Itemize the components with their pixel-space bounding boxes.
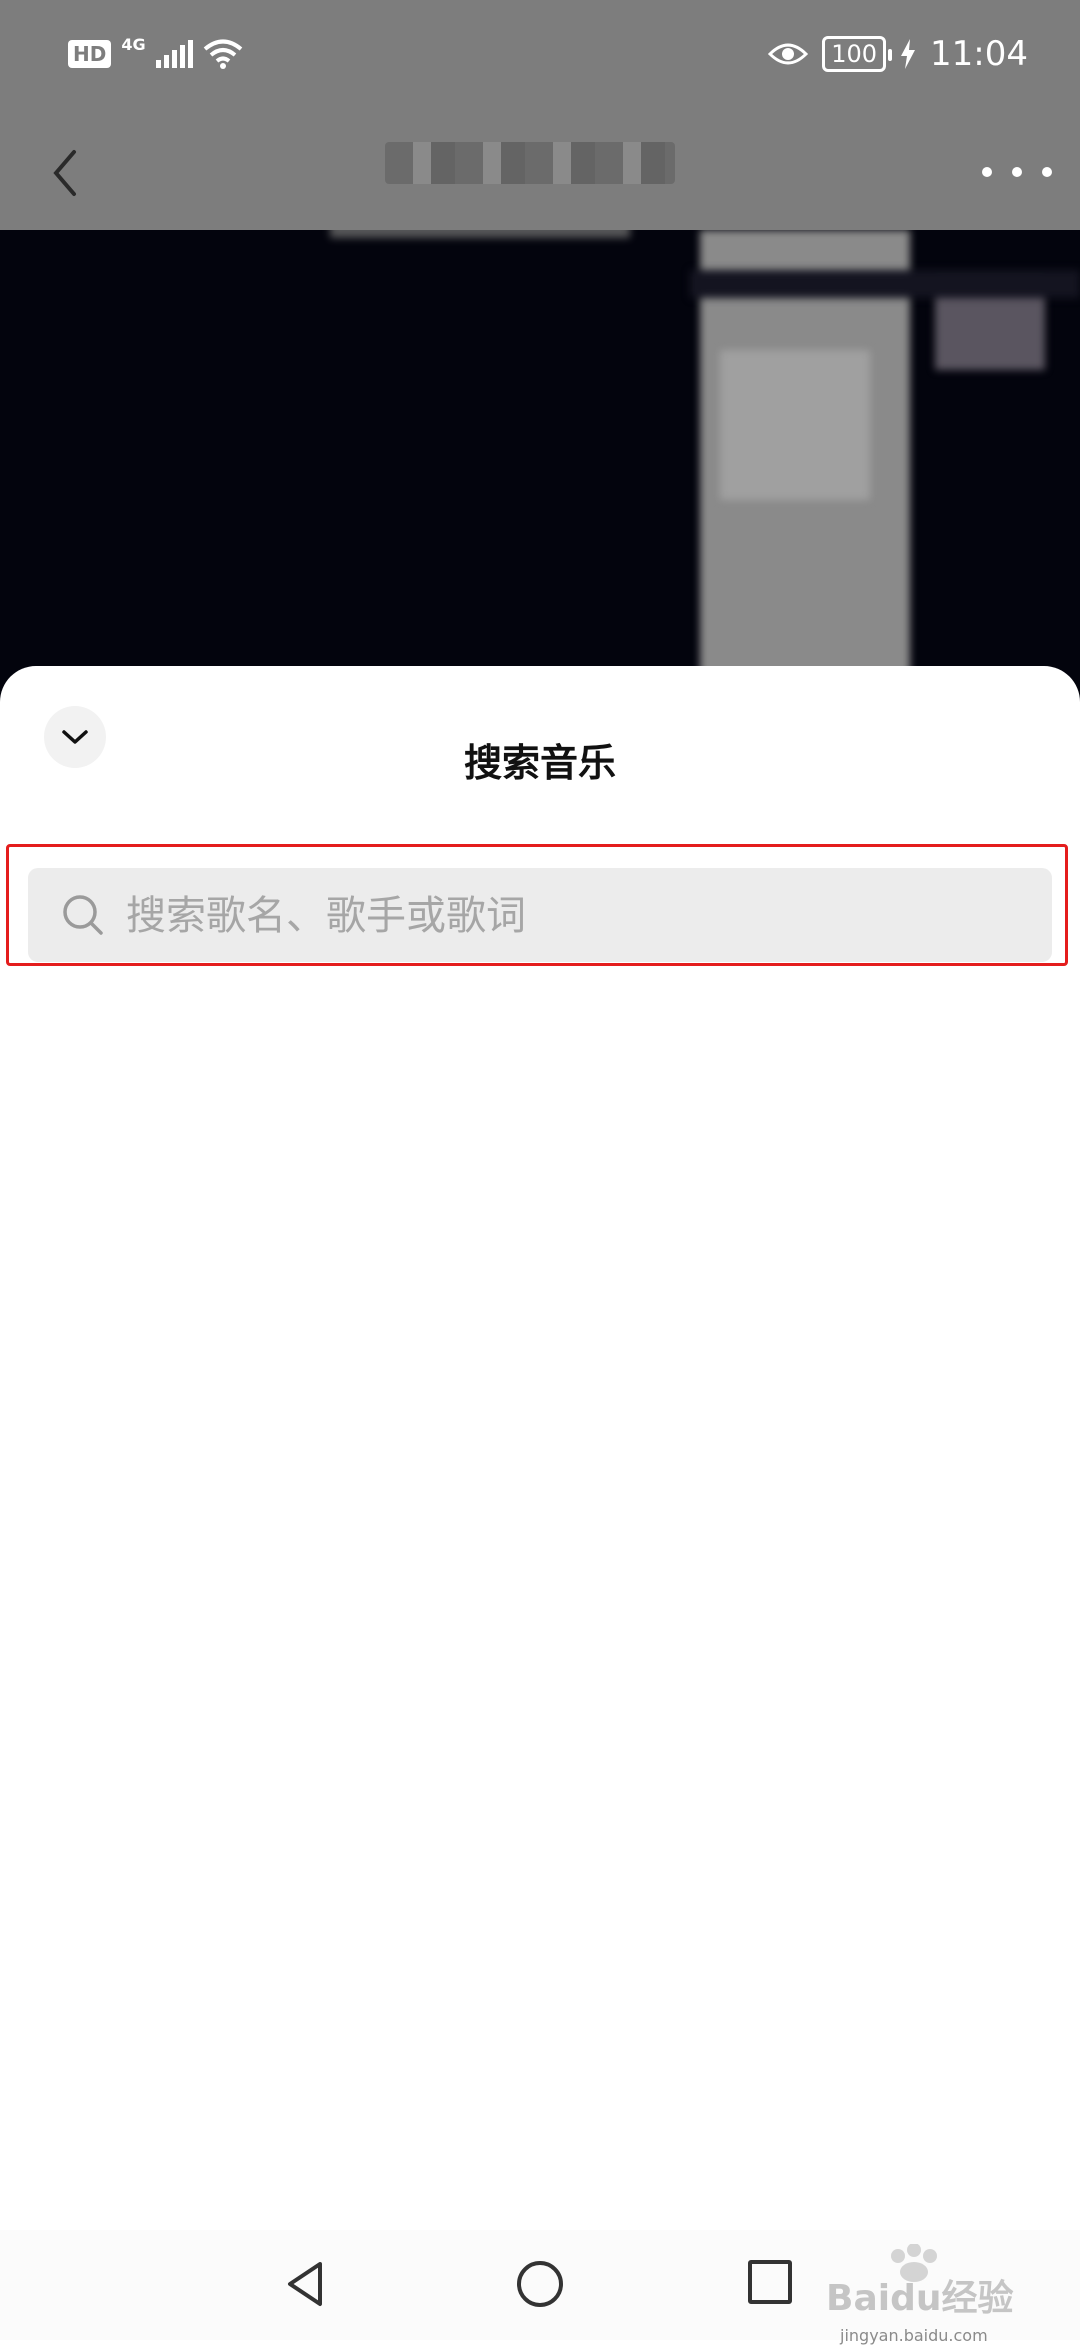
status-right-group: 100 11:04: [768, 34, 1028, 74]
charging-icon: [901, 39, 916, 69]
top-navigation: [0, 120, 1080, 230]
nav-back-icon[interactable]: [282, 2258, 332, 2310]
search-bar[interactable]: [28, 868, 1052, 964]
search-icon: [63, 895, 103, 935]
status-left-group: HD 4G: [68, 34, 243, 70]
blurred-content: [690, 270, 1080, 298]
network-type: 4G: [121, 34, 146, 54]
more-options-icon[interactable]: [982, 154, 1052, 190]
signal-icon: [155, 40, 193, 68]
blurred-content: [330, 230, 630, 238]
battery-indicator: 100: [822, 36, 892, 72]
blurred-content: [720, 350, 870, 500]
watermark-url: jingyan.baidu.com: [840, 2326, 988, 2345]
svg-text:Baidu经验: Baidu经验: [826, 2278, 1013, 2319]
hd-badge: HD: [68, 40, 112, 68]
baidu-watermark-logo: Baidu经验: [826, 2244, 1013, 2319]
nav-recents-icon[interactable]: [748, 2260, 792, 2304]
nav-home-icon[interactable]: [514, 2258, 566, 2310]
status-bar: HD 4G 100 11:04: [0, 0, 1080, 120]
sheet-title: 搜索音乐: [463, 741, 616, 785]
search-music-sheet: 搜索音乐: [0, 666, 1080, 2340]
blurred-title: [385, 142, 675, 184]
wifi-icon: [203, 39, 242, 69]
back-arrow-icon[interactable]: [36, 138, 96, 208]
search-input[interactable]: [124, 868, 1028, 964]
eye-icon: [768, 43, 809, 65]
clock: 11:04: [930, 34, 1028, 74]
background-app: HD 4G 100 11:04: [0, 0, 1080, 760]
